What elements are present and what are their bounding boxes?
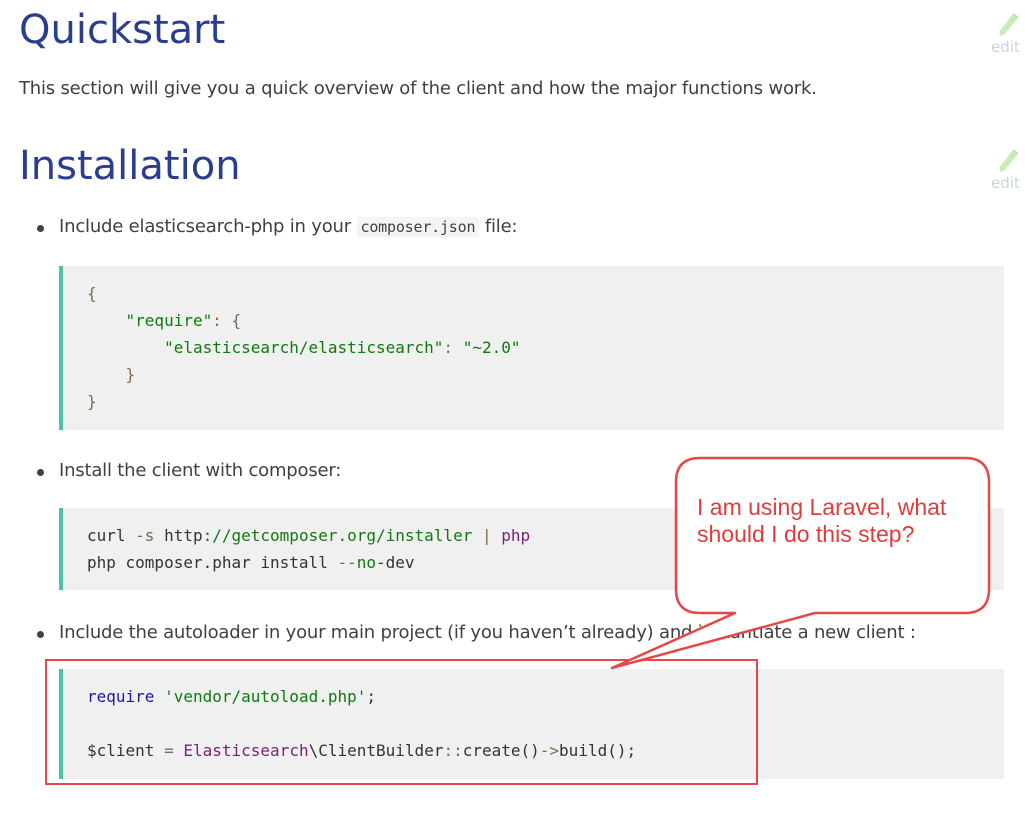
installation-heading: Installation [19,143,241,189]
highlight-box [45,659,758,785]
bullet-dot [37,631,44,638]
step-text: Include elasticsearch-php in your [59,216,351,237]
callout-text: I am using Laravel, what should I do thi… [697,494,947,547]
code-block-composer-json: { "require": { "elasticsearch/elasticsea… [59,266,1004,430]
pencil-icon [999,13,1019,36]
edit-label: edit [991,38,1020,56]
step-text: Include the autoloader in your main proj… [59,622,916,643]
edit-link-quickstart[interactable]: edit [991,10,1025,56]
edit-link-installation[interactable]: edit [991,146,1025,192]
bullet-dot [37,469,44,476]
quickstart-intro: This section will give you a quick overv… [19,78,817,99]
inline-code: composer.json [356,217,480,237]
bullet-dot [37,225,44,232]
pencil-icon [999,149,1019,172]
quickstart-heading: Quickstart [19,7,226,53]
edit-label: edit [991,174,1020,192]
step-text: Install the client with composer: [59,460,342,481]
step-text: file: [484,216,518,237]
